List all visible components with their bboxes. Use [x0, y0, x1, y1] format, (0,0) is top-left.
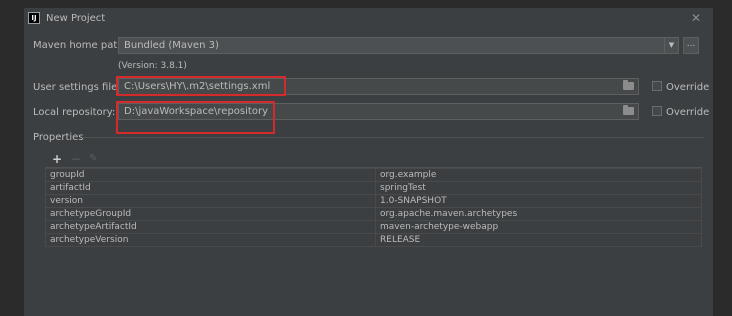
- maven-home-select[interactable]: Bundled (Maven 3) ▼: [118, 37, 679, 54]
- local-repo-value: D:\javaWorkspace\repository: [124, 106, 268, 117]
- dialog-title: New Project: [46, 13, 106, 24]
- table-row[interactable]: groupId org.example: [45, 168, 702, 182]
- properties-panel: + − ✎ groupId org.example artifactId spring…: [45, 151, 702, 267]
- table-row[interactable]: archetypeGroupId org.apache.maven.archety…: [45, 207, 702, 221]
- remove-icon[interactable]: −: [71, 152, 81, 166]
- table-row[interactable]: artifactId springTest: [45, 181, 702, 195]
- local-repo-override-checkbox[interactable]: [652, 106, 662, 116]
- property-value[interactable]: 1.0-SNAPSHOT: [375, 194, 702, 208]
- property-value[interactable]: maven-archetype-webapp: [375, 220, 702, 234]
- new-project-dialog: IJ New Project ✕ Maven home path: Bundle…: [24, 8, 713, 316]
- folder-icon[interactable]: [623, 80, 634, 90]
- title-bar: IJ New Project ✕: [24, 8, 713, 30]
- maven-home-browse-button[interactable]: ...: [683, 37, 699, 54]
- property-value[interactable]: org.apache.maven.archetypes: [375, 207, 702, 221]
- property-key[interactable]: artifactId: [45, 181, 376, 195]
- table-row[interactable]: archetypeArtifactId maven-archetype-webap…: [45, 220, 702, 234]
- local-repo-label: Local repository:: [33, 107, 116, 118]
- properties-section-label: Properties: [33, 132, 84, 143]
- property-key[interactable]: version: [45, 194, 376, 208]
- user-settings-field[interactable]: C:\Users\HY\.m2\settings.xml: [118, 78, 639, 95]
- table-row[interactable]: version 1.0-SNAPSHOT: [45, 194, 702, 208]
- local-repo-override-label: Override: [666, 107, 710, 118]
- add-icon[interactable]: +: [52, 152, 62, 166]
- property-value[interactable]: org.example: [375, 168, 702, 182]
- edit-icon[interactable]: ✎: [89, 152, 97, 166]
- property-value[interactable]: springTest: [375, 181, 702, 195]
- close-icon[interactable]: ✕: [691, 11, 701, 25]
- folder-icon[interactable]: [623, 105, 634, 115]
- properties-toolbar: + − ✎: [45, 151, 702, 168]
- property-value[interactable]: RELEASE: [375, 233, 702, 247]
- user-settings-value: C:\Users\HY\.m2\settings.xml: [124, 81, 271, 92]
- property-key[interactable]: archetypeVersion: [45, 233, 376, 247]
- local-repo-field[interactable]: D:\javaWorkspace\repository: [118, 103, 639, 120]
- table-row[interactable]: archetypeVersion RELEASE: [45, 233, 702, 247]
- section-divider: [82, 137, 704, 138]
- chevron-down-icon[interactable]: ▼: [664, 38, 678, 53]
- user-settings-label: User settings file:: [33, 82, 121, 93]
- maven-home-value: Bundled (Maven 3): [124, 40, 219, 51]
- maven-version-text: (Version: 3.8.1): [118, 61, 187, 71]
- property-key[interactable]: archetypeArtifactId: [45, 220, 376, 234]
- user-settings-override-checkbox[interactable]: [652, 81, 662, 91]
- property-key[interactable]: archetypeGroupId: [45, 207, 376, 221]
- maven-home-label: Maven home path:: [33, 40, 127, 51]
- property-key[interactable]: groupId: [45, 168, 376, 182]
- properties-table: groupId org.example artifactId springTest ve…: [45, 168, 702, 247]
- intellij-icon: IJ: [28, 12, 40, 24]
- user-settings-override-label: Override: [666, 82, 710, 93]
